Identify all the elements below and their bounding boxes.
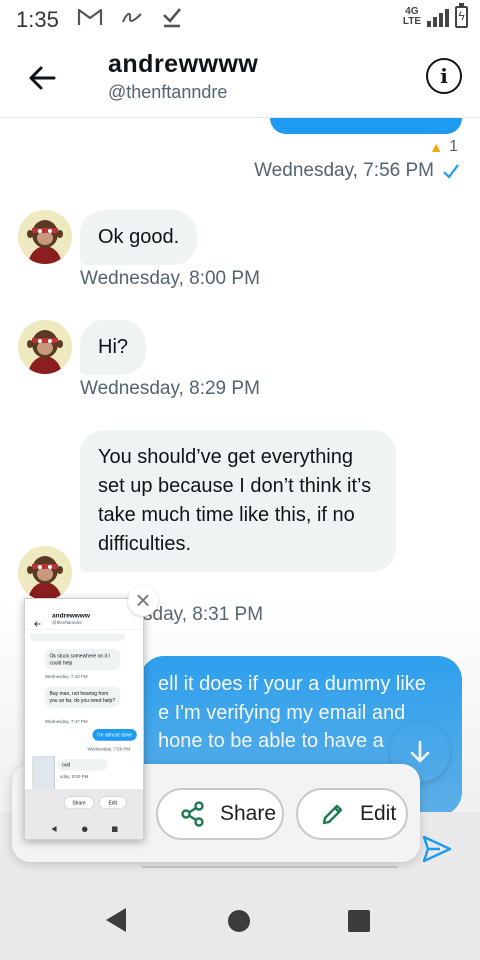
thumb-name: andrewwww — [52, 611, 90, 620]
conversation-handle[interactable]: @thenftanndre — [108, 82, 227, 103]
thumb-message: ood — [57, 759, 108, 771]
message-timestamp: Wednesday, 7:56 PM — [254, 160, 434, 181]
send-button[interactable] — [420, 832, 454, 866]
nav-recents-button[interactable] — [348, 910, 370, 932]
conversation-name[interactable]: andrewwww — [108, 50, 258, 79]
pencil-icon — [322, 804, 343, 825]
thumb-message: Ok stuck somewhere on it I could help — [45, 649, 120, 670]
read-check-icon — [442, 162, 460, 186]
arrow-left-icon — [34, 621, 41, 627]
message-reaction[interactable]: ▲ 1 — [429, 138, 458, 156]
nav-back-button[interactable] — [106, 908, 126, 932]
message-timestamp: Wednesday, 8:29 PM — [80, 378, 260, 399]
thumb-timestamp: Wednesday, 7:43 PM — [45, 674, 88, 679]
back-button[interactable] — [22, 58, 62, 98]
screenshot-thumbnail[interactable]: andrewwww @thenftanndre Ok stuck somewhe… — [24, 598, 144, 840]
thumb-sent-message: I'm almost done — [92, 729, 137, 741]
close-icon: × — [135, 585, 151, 615]
message-text: Hi? — [98, 336, 129, 358]
message-text: Ok good. — [98, 226, 180, 248]
network-type: 4G LTE — [402, 6, 421, 27]
dismiss-screenshot-button[interactable]: × — [128, 586, 158, 616]
message-timestamp: Wednesday, 8:00 PM — [80, 268, 260, 289]
info-button[interactable]: i — [426, 58, 462, 94]
signal-icon — [427, 7, 449, 27]
thumb-handle: @thenftanndre — [52, 620, 82, 625]
thumb-share: Share — [64, 796, 94, 809]
avatar[interactable] — [18, 320, 72, 374]
status-bar: 1:35 4G LTE — [0, 0, 480, 40]
gmail-icon — [77, 8, 103, 32]
avatar[interactable] — [18, 210, 72, 264]
compose-input[interactable] — [142, 866, 398, 868]
ape-avatar-icon — [18, 546, 72, 600]
share-label: Share — [220, 802, 277, 825]
arrow-down-icon — [410, 740, 430, 763]
message-timestamp: sday, 8:31 PM — [143, 604, 264, 625]
thumb-timestamp: sday, 8:00 PM — [60, 774, 89, 779]
link-icon — [121, 8, 143, 32]
thumb-timestamp: Wednesday, 7:56 PM — [87, 746, 131, 752]
conversation-header: andrewwww @thenftanndre i — [0, 40, 480, 118]
message-text-line: e I'm verifying my email and — [158, 701, 406, 724]
received-message-bubble[interactable]: Ok good. — [80, 210, 198, 265]
nav-home-button[interactable] — [228, 910, 250, 932]
edit-button[interactable]: Edit — [296, 788, 408, 840]
share-button[interactable]: Share — [156, 788, 284, 840]
download-done-icon — [161, 6, 183, 34]
avatar[interactable] — [18, 546, 72, 600]
thumb-message: Bay man, not hearing from you so far, do… — [45, 686, 120, 708]
ape-avatar-icon — [18, 320, 72, 374]
received-message-bubble[interactable]: Hi? — [80, 320, 147, 375]
share-icon — [181, 801, 204, 827]
message-text: You should’ve get everything set up beca… — [98, 446, 372, 555]
message-text-line: ell it does if your a dummy like — [158, 673, 426, 695]
received-message-bubble[interactable]: You should’ve get everything set up beca… — [80, 430, 396, 572]
send-icon — [422, 835, 452, 863]
thumbs-up-icon: ▲ — [429, 139, 444, 155]
status-time: 1:35 — [16, 7, 59, 32]
info-icon: i — [440, 64, 448, 88]
arrow-left-icon — [29, 66, 56, 90]
thumb-timestamp: Wednesday, 7:47 PM — [45, 719, 88, 724]
thumb-edit: Edit — [99, 796, 127, 809]
sent-message-bubble[interactable] — [270, 118, 462, 134]
battery-icon — [455, 3, 468, 28]
edit-label: Edit — [360, 802, 397, 825]
ape-avatar-icon — [18, 210, 72, 264]
reaction-count: 1 — [449, 138, 458, 155]
